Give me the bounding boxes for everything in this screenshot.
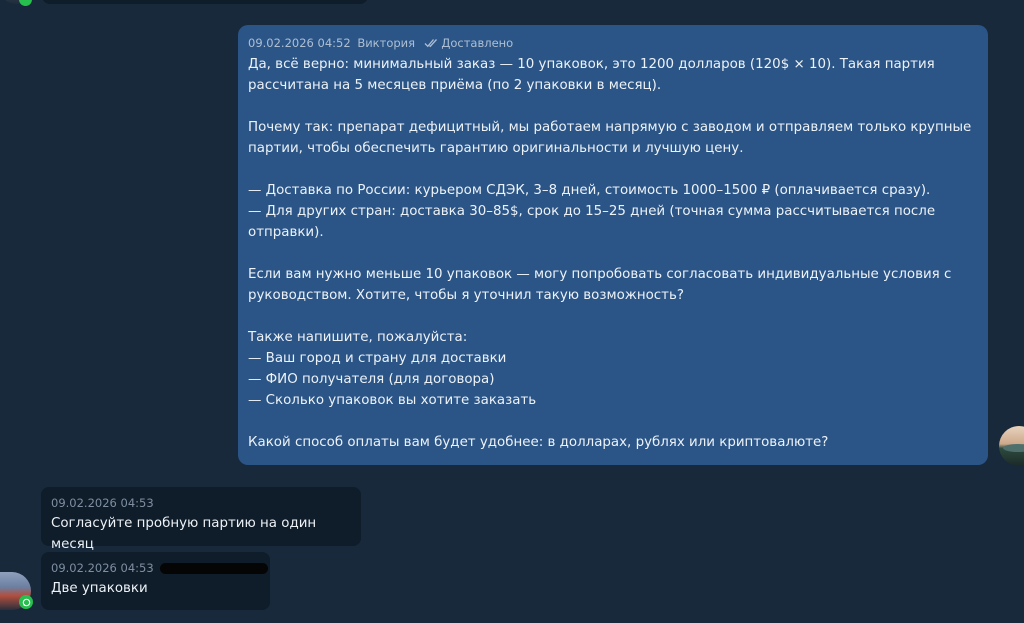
message-sender: Виктория [357,36,416,50]
incoming-message[interactable]: 09.02.2026 04:53 Две упаковки [41,552,270,610]
sender-avatar[interactable] [999,426,1024,466]
message-meta: 09.02.2026 04:52 Виктория Доставлено [248,36,978,50]
message-timestamp: 09.02.2026 04:53 [51,561,154,575]
double-check-icon [424,39,437,48]
message-text: Согласуйте пробную партию на один месяц [51,516,321,552]
message-meta: 09.02.2026 04:53 [51,496,351,510]
message-timestamp: 09.02.2026 04:52 [248,36,351,50]
redacted-sender-name [159,563,268,574]
message-text: Две упаковки [51,581,148,596]
previous-whatsapp-badge-icon [19,0,32,6]
outgoing-message[interactable]: 09.02.2026 04:52 Виктория Доставлено Да,… [238,25,988,465]
previous-message-bubble [42,0,368,4]
incoming-message[interactable]: 09.02.2026 04:53 Согласуйте пробную парт… [41,487,361,552]
message-meta: 09.02.2026 04:53 [51,561,268,575]
delivery-status: Доставлено [441,36,514,50]
message-text: Да, всё верно: минимальный заказ — 10 уп… [248,57,972,450]
message-timestamp: 09.02.2026 04:53 [51,496,154,510]
whatsapp-icon [19,595,33,609]
